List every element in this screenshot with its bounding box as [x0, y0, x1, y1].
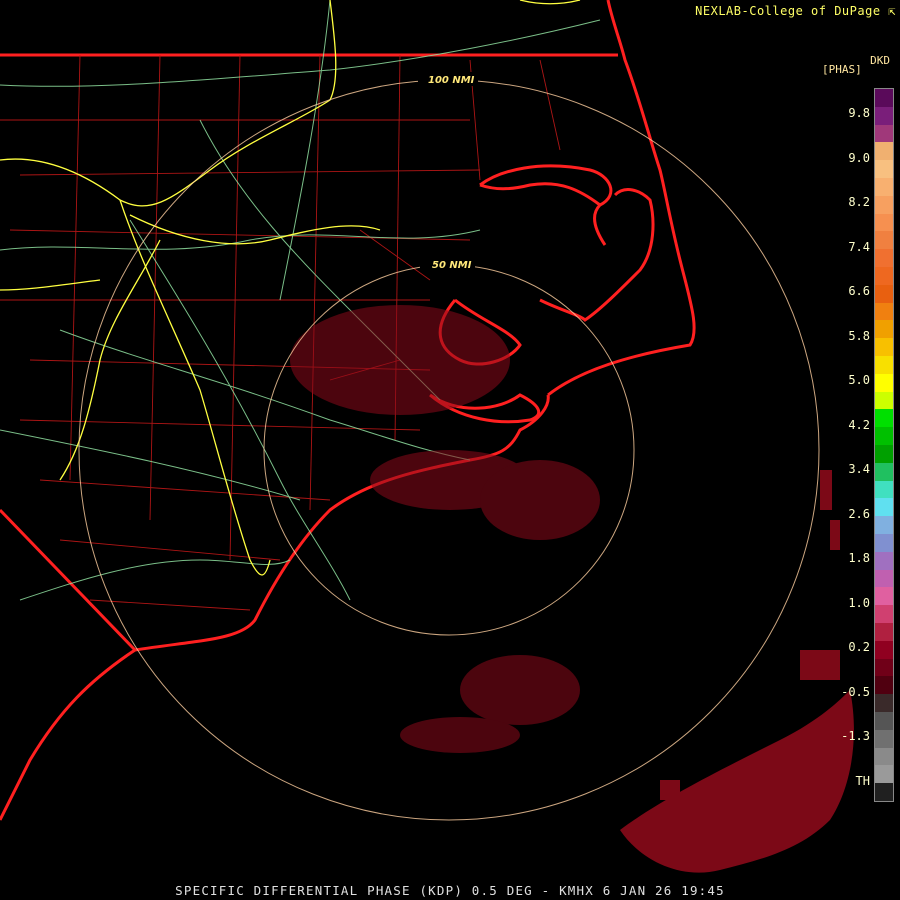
colorbar-tick-label: 7.4	[848, 239, 870, 254]
colorbar-tick-label: 8.2	[848, 195, 870, 209]
colorbar-segment	[875, 213, 893, 232]
colorbar-segment	[875, 783, 893, 802]
colorbar-segment	[875, 427, 893, 446]
colorbar-segment	[875, 284, 893, 304]
colorbar-tick-label: 0.2	[848, 640, 870, 654]
product-caption: SPECIFIC DIFFERENTIAL PHASE (KDP) 0.5 DE…	[175, 883, 725, 898]
colorbar-tick-label: 6.6	[848, 284, 870, 298]
colorbar-segment	[875, 516, 893, 535]
colorbar-segment	[875, 409, 893, 428]
colorbar-segment	[875, 160, 893, 179]
colorbar-segment	[875, 729, 893, 749]
colorbar-tick-label: 1.0	[848, 595, 870, 610]
colorbar-segment	[875, 124, 893, 143]
ring-label-100: 100 NMI	[428, 75, 475, 86]
colorbar-segment	[875, 587, 893, 606]
colorbar-segment	[875, 747, 893, 766]
colorbar-segment	[875, 320, 893, 339]
colorbar-segment	[875, 569, 893, 588]
colorbar-tick-label: -1.3	[841, 729, 870, 743]
colorbar-segment	[875, 391, 893, 410]
colorbar-segment	[875, 623, 893, 642]
colorbar-segment	[875, 640, 893, 660]
colorbar-tick-label: 3.4	[848, 462, 870, 476]
colorbar-tick-label: 1.8	[848, 551, 870, 565]
colorbar-segment	[875, 178, 893, 197]
colorbar-segment	[875, 267, 893, 286]
colorbar-segment	[875, 658, 893, 677]
colorbar-segment	[875, 712, 893, 731]
colorbar-segment	[875, 462, 893, 482]
colorbar-segment	[875, 765, 893, 784]
radar-map: 50 NMI 100 NMI	[0, 0, 854, 873]
colorbar-segment	[875, 694, 893, 713]
colorbar-segment	[875, 480, 893, 499]
colorbar-tick-label: 9.8	[848, 106, 870, 120]
colorbar-segment	[875, 676, 893, 695]
colorbar	[874, 88, 894, 802]
colorbar-segment	[875, 356, 893, 375]
colorbar-segment	[875, 338, 893, 357]
state-borders	[0, 0, 696, 821]
colorbar-segment	[875, 605, 893, 624]
range-rings	[78, 79, 820, 821]
colorbar-segment	[875, 89, 893, 108]
credit-label: NEXLAB-College of DuPage ⇱	[695, 4, 896, 18]
colorbar-tick-label: -0.5	[841, 684, 870, 699]
colorbar-segment	[875, 142, 893, 161]
colorbar-segment	[875, 231, 893, 250]
colorbar-segment	[875, 534, 893, 553]
colorbar-product-code: DKD	[870, 54, 890, 67]
colorbar-tick-label: 9.0	[848, 150, 870, 165]
colorbar-segment	[875, 106, 893, 126]
colorbar-segment	[875, 551, 893, 571]
colorbar-segment	[875, 373, 893, 393]
colorbar-tick-label: 5.8	[848, 328, 870, 343]
colorbar-tick-label: 4.2	[848, 417, 870, 432]
colorbar-tick-label: 2.6	[848, 506, 870, 521]
colorbar-segment	[875, 249, 893, 268]
colorbar-segment	[875, 195, 893, 215]
colorbar-tick-label: 5.0	[848, 373, 870, 387]
colorbar-tick-label: TH	[855, 773, 870, 788]
colorbar-units: [PHAS]	[822, 63, 862, 76]
ring-100-nmi	[78, 79, 820, 821]
colorbar-segment	[875, 498, 893, 517]
colorbar-segment	[875, 445, 893, 464]
ring-label-50: 50 NMI	[432, 260, 472, 271]
colorbar-segment	[875, 302, 893, 321]
